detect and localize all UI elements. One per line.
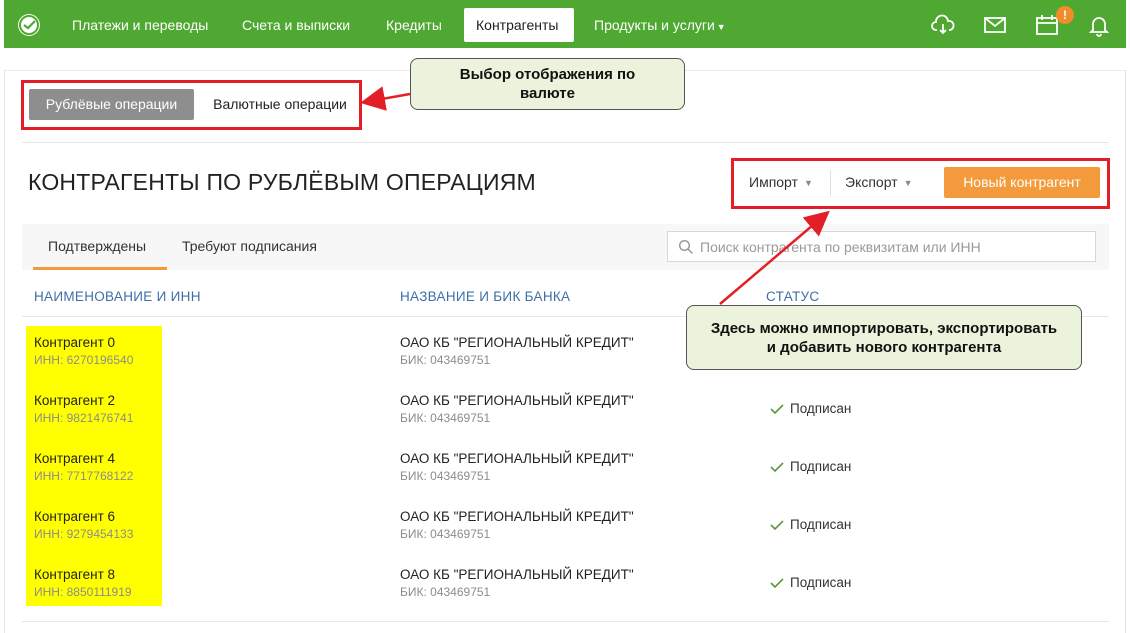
- callout-currency: Выбор отображения по валюте: [410, 58, 685, 110]
- callout-actions-line2: и добавить нового контрагента: [766, 338, 1002, 356]
- arrow-to-actions: [719, 210, 830, 305]
- callout-actions-line1: Здесь можно импортировать, экспортироват…: [710, 319, 1058, 337]
- callout-actions: Здесь можно импортировать, экспортироват…: [686, 305, 1082, 370]
- callout-currency-line2: валюте: [519, 85, 575, 102]
- callout-currency-line1: Выбор отображения по: [459, 66, 636, 83]
- arrow-to-currency-switch: [360, 86, 411, 111]
